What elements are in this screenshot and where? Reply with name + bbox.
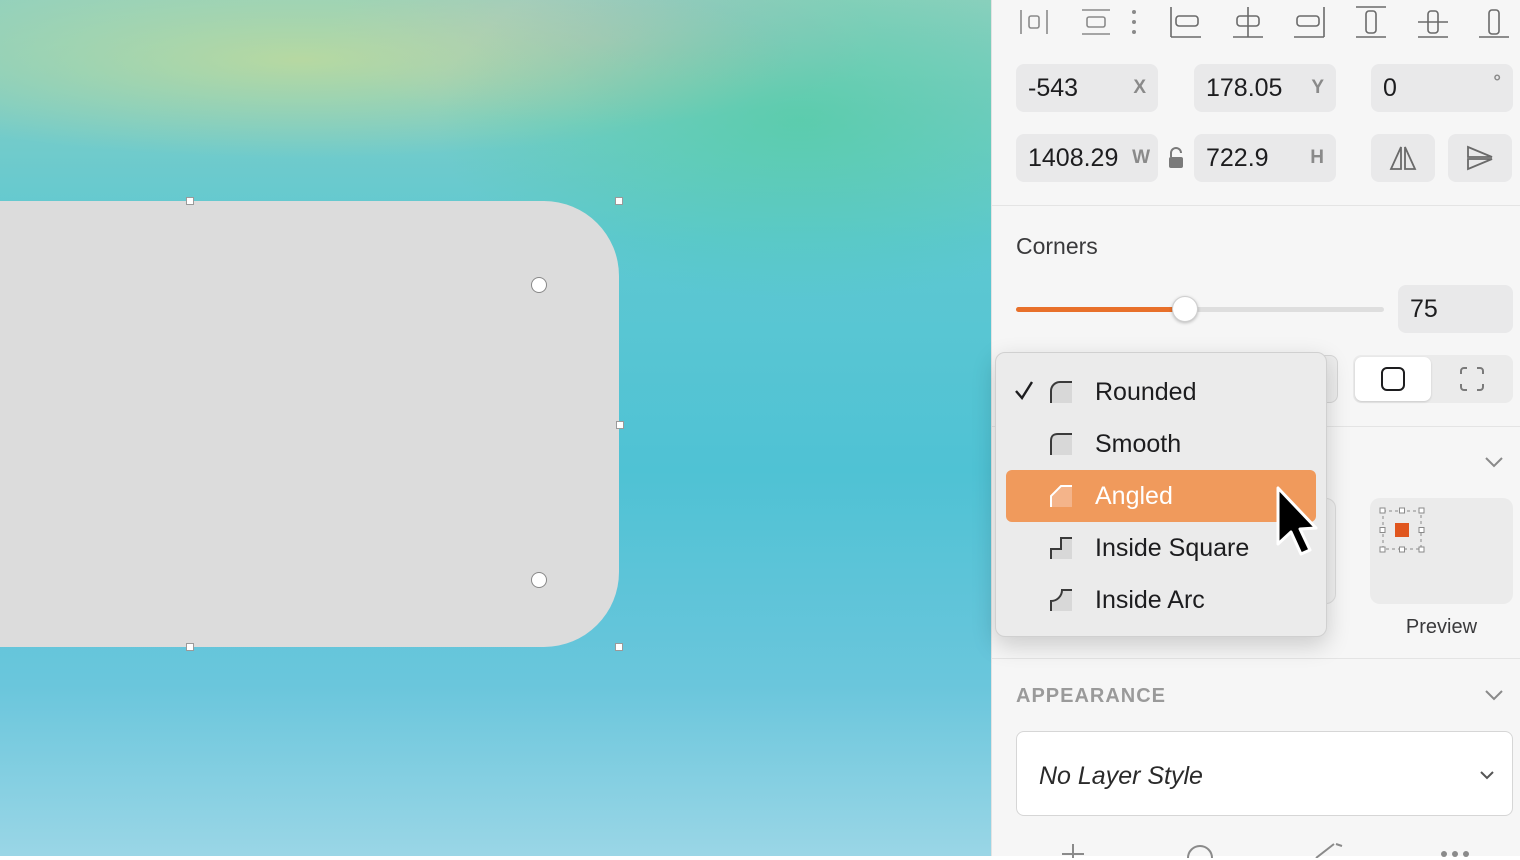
preview-card[interactable] [1370, 498, 1513, 604]
width-value: 1408.29 [1028, 143, 1119, 172]
distribute-vertical-icon[interactable] [1078, 4, 1114, 40]
corner-inside-square-icon [1050, 537, 1072, 559]
corner-radius-field[interactable]: 75 [1398, 285, 1513, 333]
design-canvas[interactable] [0, 0, 991, 856]
menu-item-inside-square[interactable]: Inside Square [1006, 522, 1316, 574]
select-chevron-icon [1480, 771, 1494, 780]
menu-item-label: Inside Arc [1095, 586, 1205, 614]
corners-title: Corners [1016, 233, 1098, 259]
resize-handle-bottom-right[interactable] [615, 643, 623, 651]
align-right-icon[interactable] [1291, 4, 1327, 40]
checkmark-icon [1015, 381, 1034, 401]
resize-handle-top-middle[interactable] [186, 197, 194, 205]
corner-mode-uniform-button[interactable] [1355, 357, 1431, 401]
x-position-field[interactable]: -543 X [1016, 64, 1158, 112]
x-value: -543 [1028, 73, 1079, 102]
more-vertical-icon[interactable] [1124, 4, 1144, 40]
rotation-value: 0 [1383, 73, 1397, 102]
rotation-field[interactable]: 0 ° [1371, 64, 1513, 112]
corner-smooth-icon [1050, 433, 1072, 455]
more-horizontal-icon[interactable] [1438, 846, 1474, 860]
height-label: H [1310, 147, 1324, 168]
flip-vertical-button[interactable] [1448, 134, 1512, 182]
flip-vertical-icon [1467, 145, 1493, 171]
corner-radius-handle-bottom[interactable] [531, 572, 547, 588]
height-value: 722.9 [1206, 143, 1269, 172]
corner-angled-icon [1050, 485, 1072, 507]
align-bottom-icon[interactable] [1476, 4, 1512, 40]
align-center-icon[interactable] [1230, 4, 1266, 40]
corner-mode-segmented[interactable] [1353, 355, 1513, 403]
corner-radius-value: 75 [1410, 294, 1438, 323]
slider-thumb[interactable] [1172, 296, 1199, 322]
corners-expand-icon [1460, 367, 1484, 391]
slider-fill [1016, 307, 1186, 312]
corner-mode-individual-button[interactable] [1433, 357, 1511, 401]
rectangle-layer[interactable] [0, 201, 619, 647]
layer-style-select[interactable]: No Layer Style [1016, 731, 1513, 816]
width-field[interactable]: 1408.29 W [1016, 134, 1158, 182]
divider [992, 205, 1520, 206]
menu-item-rounded[interactable]: Rounded [1006, 366, 1316, 418]
y-position-field[interactable]: 178.05 Y [1194, 64, 1336, 112]
flip-horizontal-button[interactable] [1371, 134, 1435, 182]
x-label: X [1133, 77, 1146, 98]
corner-radius-handle-top[interactable] [531, 277, 547, 293]
menu-item-label: Rounded [1095, 378, 1197, 406]
distribute-horizontal-icon[interactable] [1016, 4, 1052, 40]
layer-style-value: No Layer Style [1039, 762, 1203, 790]
divider [992, 658, 1520, 659]
appearance-title: APPEARANCE [1016, 685, 1167, 707]
y-value: 178.05 [1206, 73, 1283, 102]
resize-handle-top-right[interactable] [615, 197, 623, 205]
resize-handle-middle-right[interactable] [616, 421, 624, 429]
chevron-down-icon[interactable] [1482, 450, 1506, 474]
align-top-icon[interactable] [1353, 4, 1389, 40]
preview-anchor-icon [1379, 507, 1425, 553]
square-rounded-icon [1381, 367, 1405, 391]
width-label: W [1132, 147, 1150, 168]
corner-rounded-icon [1050, 381, 1072, 403]
align-left-icon[interactable] [1168, 4, 1204, 40]
menu-item-label: Angled [1095, 482, 1173, 510]
menu-item-label: Smooth [1095, 430, 1182, 458]
appearance-chevron-icon[interactable] [1482, 683, 1506, 707]
mouse-pointer-icon [1276, 486, 1318, 556]
resize-handle-bottom-middle[interactable] [186, 643, 194, 651]
flip-horizontal-icon [1389, 146, 1417, 170]
rotation-label: ° [1493, 72, 1501, 93]
corner-radius-slider[interactable] [1016, 296, 1384, 322]
menu-item-angled[interactable]: Angled [1006, 470, 1316, 522]
align-middle-icon[interactable] [1415, 4, 1451, 40]
menu-item-smooth[interactable]: Smooth [1006, 418, 1316, 470]
menu-item-label: Inside Square [1095, 534, 1250, 562]
preview-label: Preview [1405, 616, 1478, 638]
height-field[interactable]: 722.9 H [1194, 134, 1336, 182]
corner-inside-arc-icon [1050, 589, 1072, 611]
menu-item-inside-arc[interactable]: Inside Arc [1006, 574, 1316, 626]
lock-icon[interactable] [1166, 146, 1186, 170]
y-label: Y [1311, 77, 1324, 98]
